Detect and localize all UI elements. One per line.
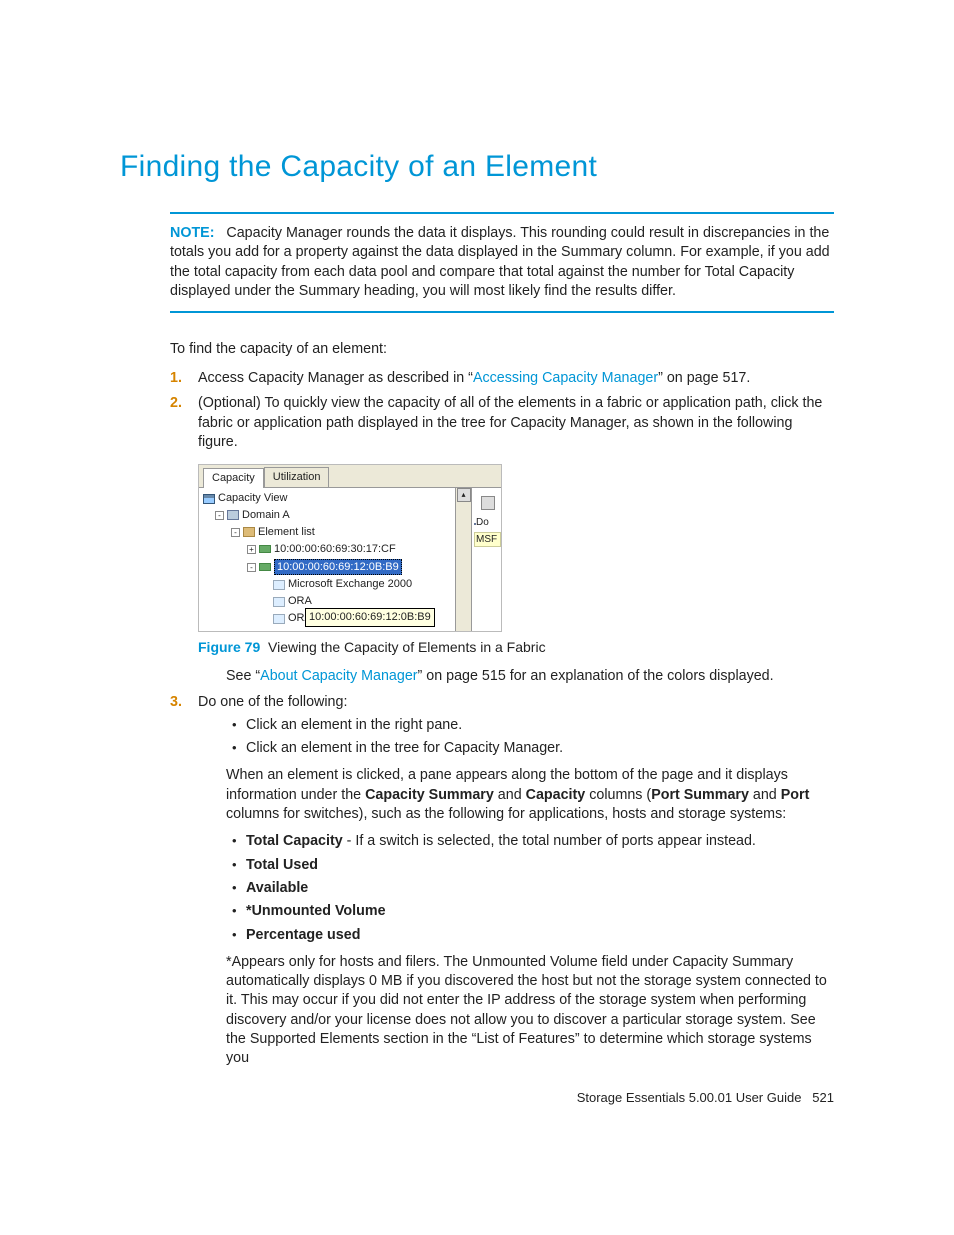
tree-pane: Capacity View - Domain A - Element list: [199, 488, 455, 631]
metric-total-capacity: Total Capacity - If a switch is selected…: [226, 832, 834, 851]
tree-root[interactable]: Capacity View: [201, 490, 453, 507]
footer-guide-title: Storage Essentials 5.00.01 User Guide: [577, 1090, 802, 1105]
term-port-summary: Port Summary: [651, 787, 749, 803]
figure-label: Figure 79: [198, 639, 260, 655]
metric-label: *Unmounted Volume: [246, 903, 386, 919]
option-tree: Click an element in the tree for Capacit…: [226, 739, 834, 758]
element-list-icon: [243, 527, 255, 537]
metric-label: Total Used: [246, 857, 318, 873]
term-capacity-summary: Capacity Summary: [365, 787, 494, 803]
figure-caption: Figure 79 Viewing the Capacity of Elemen…: [198, 638, 834, 657]
note-label: NOTE:: [170, 225, 214, 241]
footnote-text: *Appears only for hosts and filers. The …: [226, 953, 834, 1069]
app-icon: [273, 614, 285, 624]
tree-root-label: Capacity View: [218, 491, 288, 506]
tree-elist-label: Element list: [258, 525, 315, 540]
tree-domain-label: Domain A: [242, 508, 290, 523]
rf-text2: MSF: [474, 532, 501, 548]
page-content: Finding the Capacity of an Element NOTE:…: [0, 0, 954, 1069]
tree-wwn2-label-selected: 10:00:00:60:69:12:0B:B9: [274, 559, 402, 576]
step-2-text: (Optional) To quickly view the capacity …: [198, 395, 822, 450]
expand-icon[interactable]: +: [247, 545, 256, 554]
collapse-icon[interactable]: -: [215, 511, 224, 520]
tree-app1-label: Microsoft Exchange 2000: [288, 577, 412, 592]
term-port: Port: [781, 787, 810, 803]
switch-icon: [259, 563, 271, 571]
app-icon: [273, 580, 285, 590]
figure-caption-text: Viewing the Capacity of Elements in a Fa…: [268, 639, 546, 655]
tree-wwn1[interactable]: + 10:00:00:60:69:30:17:CF: [201, 541, 453, 558]
footer-page-number: 521: [812, 1090, 834, 1105]
switch-icon: [259, 545, 271, 553]
tab-utilization[interactable]: Utilization: [264, 467, 330, 487]
step-3-explain: When an element is clicked, a pane appea…: [226, 766, 834, 824]
metric-total-used: Total Used: [226, 856, 834, 875]
tree-element-list[interactable]: - Element list: [201, 524, 453, 541]
tree-domain[interactable]: - Domain A: [201, 507, 453, 524]
app-icon: [273, 597, 285, 607]
note-block: NOTE: Capacity Manager rounds the data i…: [170, 212, 834, 313]
link-accessing-capacity-manager[interactable]: Accessing Capacity Manager: [473, 370, 658, 386]
metric-label: Total Capacity: [246, 833, 343, 849]
print-icon[interactable]: [481, 496, 495, 510]
metric-percentage-used: Percentage used: [226, 926, 834, 945]
step-number: 1.: [170, 369, 182, 388]
collapse-icon[interactable]: -: [231, 528, 240, 537]
scroll-up-icon[interactable]: ▴: [457, 488, 471, 502]
scrollbar[interactable]: ▴: [455, 488, 471, 631]
step-3-text: Do one of the following:: [198, 694, 347, 710]
right-pane-fragment: Do MSF: [471, 488, 501, 631]
figure-79-screenshot: Capacity Utilization Capacity View -: [198, 464, 502, 632]
step-3-options: Click an element in the right pane. Clic…: [226, 716, 834, 759]
note-text: Capacity Manager rounds the data it disp…: [170, 225, 830, 299]
tab-row: Capacity Utilization: [199, 465, 501, 488]
tree-app2-label: ORA: [288, 594, 312, 609]
metric-desc: - If a switch is selected, the total num…: [343, 833, 756, 849]
step-1-pre: Access Capacity Manager as described in …: [198, 370, 473, 386]
metric-label: Available: [246, 880, 308, 896]
step-2: 2. (Optional) To quickly view the capaci…: [170, 394, 834, 686]
intro-text: To find the capacity of an element:: [170, 341, 834, 357]
capacity-view-icon: [203, 494, 215, 504]
page-footer: Storage Essentials 5.00.01 User Guide 52…: [577, 1090, 834, 1105]
figure-79-wrap: Capacity Utilization Capacity View -: [198, 464, 834, 632]
step-1-post: ” on page 517.: [658, 370, 750, 386]
see-also: See “About Capacity Manager” on page 515…: [226, 667, 834, 686]
see-post: ” on page 515 for an explanation of the …: [418, 668, 774, 684]
collapse-icon[interactable]: -: [247, 563, 256, 572]
option-right-pane: Click an element in the right pane.: [226, 716, 834, 735]
steps-list: 1. Access Capacity Manager as described …: [170, 369, 834, 1068]
metrics-list: Total Capacity - If a switch is selected…: [226, 832, 834, 944]
section-heading: Finding the Capacity of an Element: [120, 150, 834, 184]
tooltip: 10:00:00:60:69:12:0B:B9: [305, 608, 435, 627]
see-pre: See “: [226, 668, 260, 684]
step-number: 3.: [170, 693, 182, 712]
link-about-capacity-manager[interactable]: About Capacity Manager: [260, 668, 417, 684]
term-capacity: Capacity: [526, 787, 586, 803]
step-3: 3. Do one of the following: Click an ele…: [170, 693, 834, 1069]
tree-app1[interactable]: Microsoft Exchange 2000: [201, 576, 453, 593]
tree-wwn1-label: 10:00:00:60:69:30:17:CF: [274, 542, 396, 557]
metric-available: Available: [226, 879, 834, 898]
step-1: 1. Access Capacity Manager as described …: [170, 369, 834, 388]
metric-unmounted-volume: *Unmounted Volume: [226, 902, 834, 921]
domain-icon: [227, 510, 239, 520]
step-number: 2.: [170, 394, 182, 413]
metric-label: Percentage used: [246, 927, 360, 943]
rf-text1: Do: [476, 517, 489, 528]
tab-capacity[interactable]: Capacity: [203, 468, 264, 488]
tree-wwn2[interactable]: - 10:00:00:60:69:12:0B:B9: [201, 558, 453, 577]
